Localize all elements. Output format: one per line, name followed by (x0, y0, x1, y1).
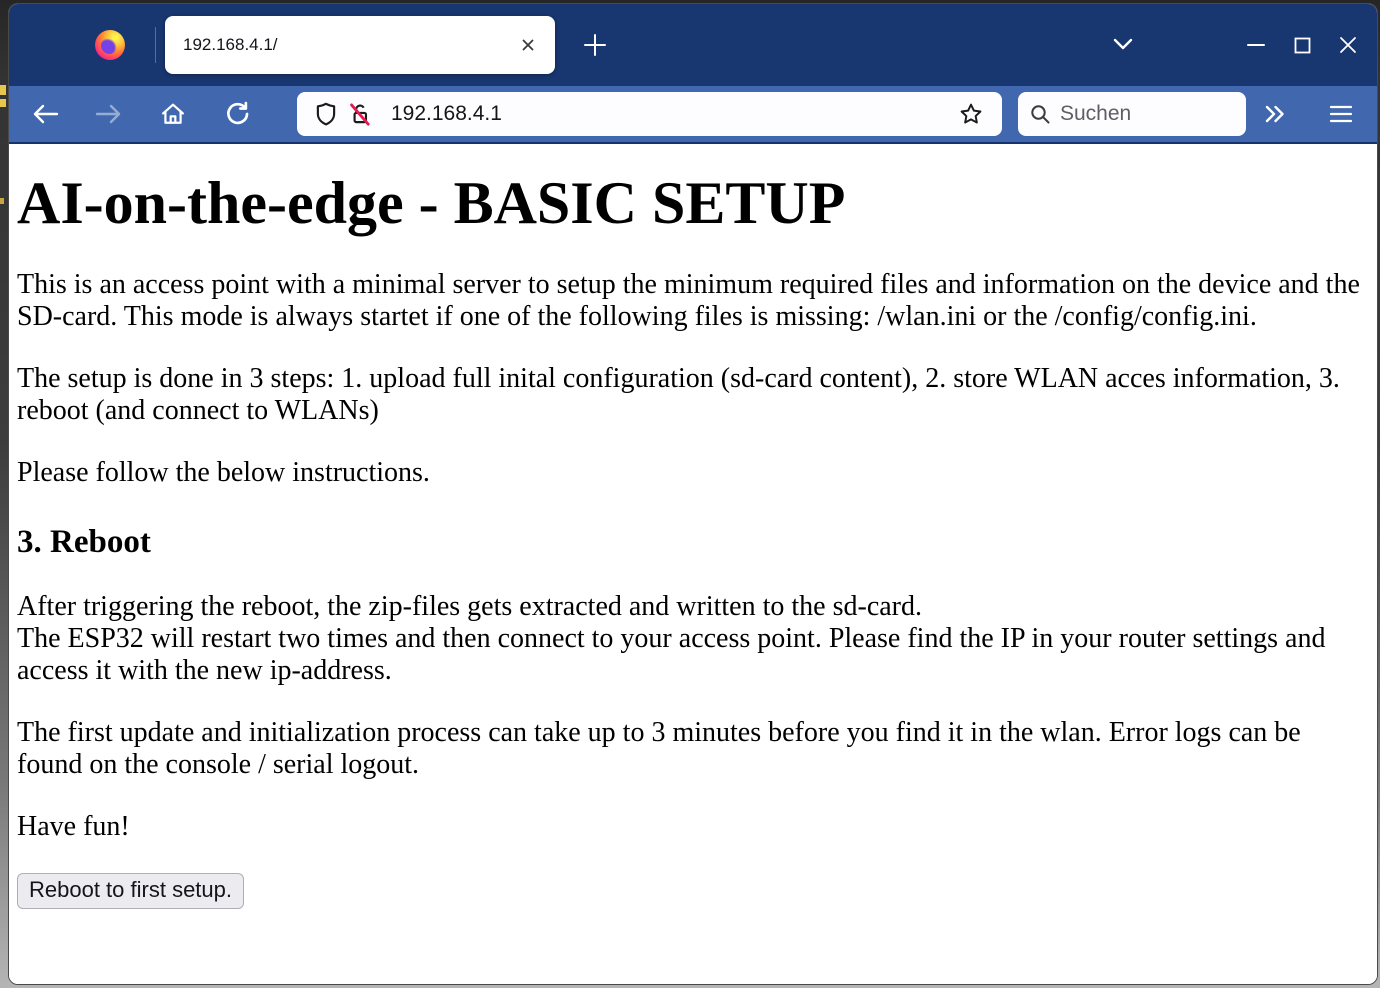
intro-paragraph-1: This is an access point with a minimal s… (17, 269, 1369, 333)
tab-close-icon[interactable] (515, 32, 541, 58)
desktop-backdrop: 192.168.4.1/ (0, 0, 1380, 988)
button-row: Reboot to first setup. (17, 873, 1369, 909)
reload-button[interactable] (213, 93, 261, 135)
reboot-paragraph-1-line-1: After triggering the reboot, the zip-fil… (17, 591, 1369, 623)
backdrop-fragment (0, 198, 4, 204)
browser-tab[interactable]: 192.168.4.1/ (165, 16, 555, 74)
search-placeholder[interactable]: Suchen (1060, 102, 1131, 126)
toolbar-right-group (1251, 93, 1365, 135)
closing-paragraph: Have fun! (17, 811, 1369, 843)
menu-hamburger-icon[interactable] (1317, 93, 1365, 135)
new-tab-button[interactable] (577, 27, 613, 63)
page-title: AI-on-the-edge - BASIC SETUP (17, 170, 1369, 236)
backdrop-fragment (0, 99, 6, 107)
insecure-lock-icon[interactable] (343, 97, 377, 131)
search-icon (1028, 102, 1052, 126)
forward-button[interactable] (85, 93, 133, 135)
url-text[interactable]: 192.168.4.1 (391, 102, 954, 126)
window-controls (1233, 25, 1371, 65)
reboot-button[interactable]: Reboot to first setup. (17, 873, 244, 909)
tab-separator (155, 27, 156, 63)
back-button[interactable] (21, 93, 69, 135)
web-page-content: AI-on-the-edge - BASIC SETUP This is an … (9, 144, 1377, 984)
firefox-logo-icon[interactable] (95, 30, 125, 60)
intro-paragraph-2: The setup is done in 3 steps: 1. upload … (17, 363, 1369, 427)
tab-bar: 192.168.4.1/ (9, 4, 1377, 86)
reboot-paragraph-1-line-2: The ESP32 will restart two times and the… (17, 623, 1369, 687)
address-bar[interactable]: 192.168.4.1 (297, 92, 1002, 136)
shield-icon[interactable] (309, 97, 343, 131)
reboot-paragraph-2: The first update and initialization proc… (17, 717, 1369, 781)
maximize-button[interactable] (1279, 25, 1325, 65)
intro-paragraph-3: Please follow the below instructions. (17, 457, 1369, 489)
navigation-toolbar: 192.168.4.1 Suchen (9, 86, 1377, 144)
search-box[interactable]: Suchen (1018, 92, 1246, 136)
window-close-button[interactable] (1325, 25, 1371, 65)
overflow-chevrons-icon[interactable] (1251, 93, 1299, 135)
home-button[interactable] (149, 93, 197, 135)
browser-window: 192.168.4.1/ (8, 3, 1378, 985)
section-heading-reboot: 3. Reboot (17, 523, 1369, 561)
backdrop-fragment (0, 85, 6, 95)
minimize-button[interactable] (1233, 25, 1279, 65)
bookmark-star-icon[interactable] (954, 97, 988, 131)
reboot-paragraph-1: After triggering the reboot, the zip-fil… (17, 591, 1369, 687)
tab-title: 192.168.4.1/ (183, 35, 515, 55)
list-all-tabs-chevron-icon[interactable] (1103, 27, 1143, 63)
